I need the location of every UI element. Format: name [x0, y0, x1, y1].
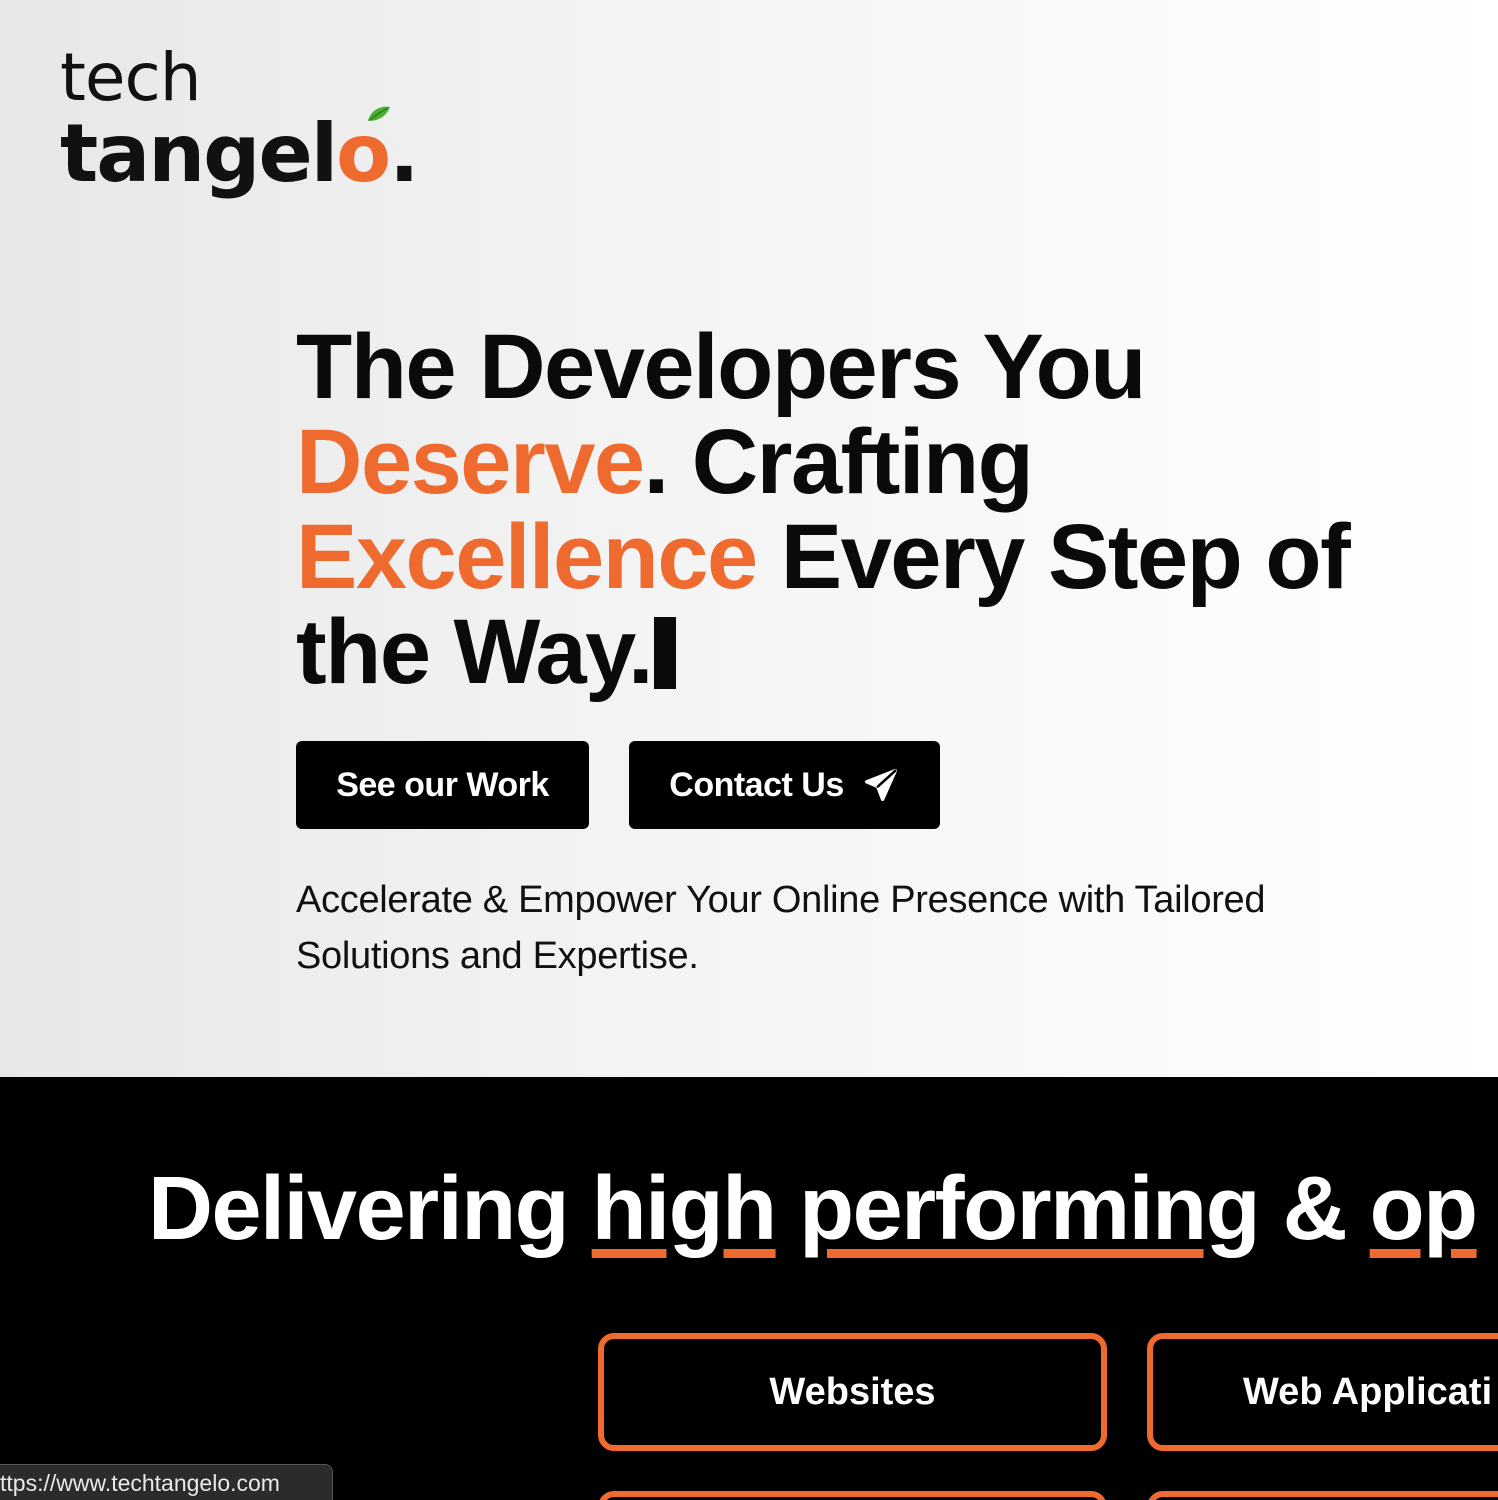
services-tagline: Delivering high performing & op — [148, 1159, 1478, 1259]
hero-section: tech tangelo. The Developers You Deserve… — [0, 0, 1498, 1077]
contact-us-label: Contact Us — [669, 765, 844, 804]
link-status-bar: ttps://www.techtangelo.com — [0, 1464, 333, 1500]
logo-dot: . — [389, 107, 419, 200]
typing-cursor — [654, 617, 677, 689]
service-card-websites[interactable]: Websites — [598, 1333, 1107, 1451]
service-card-web-applications[interactable]: Web Applicati — [1147, 1333, 1498, 1451]
logo[interactable]: tech tangelo. — [60, 42, 420, 194]
see-our-work-label: See our Work — [336, 765, 549, 804]
service-card-label: Websites — [769, 1370, 936, 1413]
services-section: Delivering high performing & op Websites… — [0, 1077, 1498, 1500]
contact-us-button[interactable]: Contact Us — [629, 741, 940, 829]
service-card-label: Web Applicati — [1243, 1370, 1493, 1413]
hero-subtext: Accelerate & Empower Your Online Presenc… — [296, 879, 1266, 977]
logo-main-text: tangel — [60, 107, 338, 200]
service-card[interactable] — [1147, 1491, 1498, 1500]
headline-highlight-deserve: Deserve — [296, 411, 645, 513]
leaf-icon — [368, 106, 391, 121]
logo-accent-letter: o — [336, 106, 391, 200]
headline-highlight-excellence: Excellence — [296, 506, 758, 608]
hero-headline: The Developers You Deserve. Crafting Exc… — [296, 316, 1351, 703]
service-card[interactable] — [598, 1491, 1107, 1500]
paper-plane-icon — [864, 769, 897, 801]
see-our-work-button[interactable]: See our Work — [296, 741, 589, 829]
logo-line-2: tangelo. — [60, 106, 420, 194]
